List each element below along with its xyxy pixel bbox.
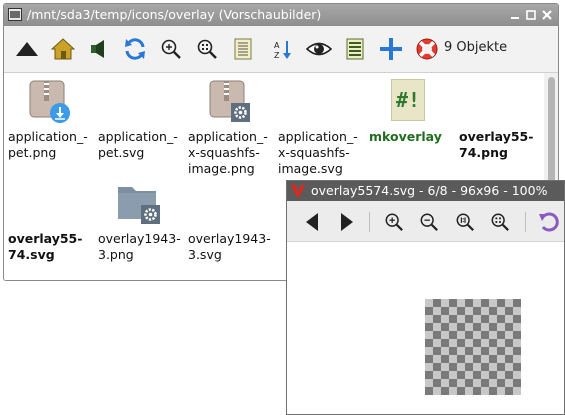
- file-label: overlay55- 74.svg: [8, 231, 83, 262]
- image-viewer-window: overlay5574.svg - 6/8 - 96x96 - 100%: [286, 180, 565, 415]
- toolbar-separator: [525, 212, 526, 232]
- file-item[interactable]: overlay55- 74.png: [459, 79, 551, 179]
- plus-icon: [380, 38, 402, 60]
- zoom-original-icon: [456, 213, 474, 231]
- file-item[interactable]: overlay1943- 3.svg: [188, 181, 280, 280]
- item-count: 9 Objekte: [444, 40, 508, 55]
- zoom-in-icon: [161, 39, 181, 59]
- go-up-button[interactable]: [14, 36, 40, 62]
- archive-gear-icon: [209, 80, 250, 122]
- file-item[interactable]: application_- pet.png: [8, 79, 100, 179]
- zoom-fit-button[interactable]: [194, 36, 220, 62]
- list-view-button[interactable]: [230, 36, 256, 62]
- svg-text:A: A: [274, 41, 280, 50]
- details-view-button[interactable]: [342, 36, 368, 62]
- zoom-out-icon: [420, 213, 438, 231]
- file-manager-titlebar[interactable]: /mnt/sda3/temp/icons/overlay (Vorschaubi…: [4, 4, 558, 26]
- file-item[interactable]: #! mkoverlay: [369, 79, 461, 179]
- file-item[interactable]: overlay55- 74.svg: [8, 181, 100, 280]
- file-label: application_- pet.svg: [98, 129, 178, 160]
- details-view-icon: [346, 38, 364, 60]
- archive-download-icon: [29, 80, 70, 123]
- window-title: /mnt/sda3/temp/icons/overlay (Vorschaubi…: [27, 7, 322, 22]
- file-item[interactable]: overlay1943- 3.png: [98, 181, 190, 280]
- app-icon: [8, 8, 22, 21]
- viewer-title: overlay5574.svg - 6/8 - 96x96 - 100%: [311, 183, 548, 198]
- file-label: application_- pet.png: [8, 129, 88, 160]
- image-viewer-toolbar: [287, 201, 564, 242]
- transparent-image-preview: [425, 299, 521, 395]
- file-label: application_- x-squashfs- image.svg: [278, 129, 358, 176]
- rotate-icon: [539, 212, 559, 232]
- image-canvas[interactable]: [287, 242, 564, 414]
- sort-az-icon: A Z: [274, 41, 291, 60]
- next-image-button[interactable]: [335, 210, 359, 234]
- toolbar-separator: [369, 212, 370, 232]
- viewer-logo-icon: [291, 185, 305, 197]
- file-manager-toolbar: A Z 9 Objekte: [4, 26, 558, 73]
- speaker-button[interactable]: [86, 36, 112, 62]
- refresh-button[interactable]: [122, 36, 148, 62]
- previous-icon: [306, 213, 318, 231]
- zoom-fit-button[interactable]: [488, 210, 512, 234]
- zoom-fit-icon: [491, 213, 509, 231]
- list-view-icon: [234, 38, 252, 60]
- minimize-icon[interactable]: [508, 8, 522, 22]
- rotate-button[interactable]: [537, 210, 561, 234]
- file-label: application_- x-squashfs- image.png: [188, 129, 268, 176]
- home-icon: [51, 38, 75, 60]
- scrollbar-thumb[interactable]: [548, 77, 555, 197]
- up-arrow-icon: [16, 42, 38, 56]
- file-label: mkoverlay: [369, 129, 442, 144]
- zoom-in-button[interactable]: [158, 36, 184, 62]
- folder-gear-icon: [118, 187, 160, 224]
- speaker-icon: [91, 40, 104, 58]
- file-item[interactable]: application_- pet.svg: [98, 79, 190, 179]
- script-glyph: #!: [395, 88, 421, 112]
- maximize-icon[interactable]: [524, 8, 538, 22]
- zoom-in-button[interactable]: [382, 210, 406, 234]
- script-icon: #!: [391, 79, 425, 121]
- lifebuoy-icon: [416, 38, 438, 60]
- file-label: overlay1943- 3.svg: [188, 231, 271, 262]
- zoom-out-button[interactable]: [417, 210, 441, 234]
- file-label: overlay55- 74.png: [459, 129, 534, 160]
- next-icon: [341, 213, 353, 231]
- file-item[interactable]: application_- x-squashfs- image.png: [188, 79, 280, 179]
- home-button[interactable]: [50, 36, 76, 62]
- file-item[interactable]: application_- x-squashfs- image.svg: [278, 79, 370, 179]
- add-button[interactable]: [378, 36, 404, 62]
- help-button[interactable]: [414, 36, 440, 62]
- close-icon[interactable]: [540, 8, 554, 22]
- refresh-icon: [125, 38, 145, 60]
- file-label: overlay1943- 3.png: [98, 231, 181, 262]
- show-hidden-button[interactable]: [306, 36, 332, 62]
- sort-button[interactable]: A Z: [270, 36, 296, 62]
- zoom-fit-icon: [197, 39, 217, 59]
- image-viewer-titlebar[interactable]: overlay5574.svg - 6/8 - 96x96 - 100%: [287, 181, 564, 201]
- zoom-original-button[interactable]: [453, 210, 477, 234]
- previous-image-button[interactable]: [300, 210, 324, 234]
- svg-text:Z: Z: [274, 51, 280, 60]
- eye-icon: [306, 42, 332, 56]
- zoom-in-icon: [385, 213, 403, 231]
